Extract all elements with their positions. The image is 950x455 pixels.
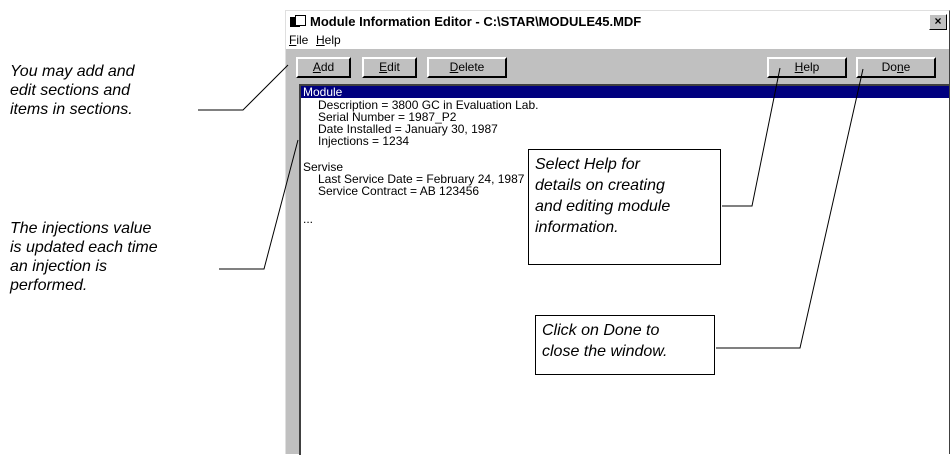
help-button[interactable]: Help [767,57,847,78]
annotation-line: You may add and [10,63,135,80]
callout-line: close the window. [542,343,668,360]
close-button[interactable]: × [929,14,947,30]
add-button-label: dd [320,60,335,74]
callout-done: Click on Done to close the window. [535,315,715,375]
annotation-line: is updated each time [10,239,158,256]
menu-file-label: ile [296,33,309,47]
callout-line: Select Help for [535,156,640,173]
callout-line: Click on Done to [542,322,660,339]
help-button-label: elp [803,60,820,74]
done-button-mnemonic: n [896,60,904,74]
menu-help-mnemonic: H [316,33,325,47]
module-info-text-area[interactable]: Module Description = 3800 GC in Evaluati… [299,84,949,455]
item-injections[interactable]: Injections = 1234 [318,135,409,147]
edit-button[interactable]: Edit [362,57,417,78]
done-button-label-prefix: Do [881,60,897,74]
callout-line: details on creating [535,177,665,194]
menu-bar: File Help [286,32,949,49]
menu-help[interactable]: Help [316,33,341,47]
section-header-module[interactable]: Module [301,86,949,98]
app-icon [290,14,306,29]
annotation-line: The injections value [10,220,152,237]
ellipsis-line: ... [303,212,314,226]
delete-button-label: elete [458,60,485,74]
done-button[interactable]: Done [856,57,936,78]
callout-line: information. [535,219,619,236]
add-button[interactable]: Add [296,57,351,78]
done-button-label-suffix: e [903,60,911,74]
edit-button-mnemonic: E [379,60,388,74]
leader-line-add [198,64,289,111]
delete-button[interactable]: Delete [427,57,507,78]
menu-help-label: elp [324,33,341,47]
callout-line: and editing module [535,198,671,215]
window-title: Module Information Editor - C:\STAR\MODU… [310,14,642,29]
add-button-mnemonic: A [312,60,321,74]
annotation-line: an injection is [10,258,107,275]
edit-button-label: dit [387,60,400,74]
menu-file[interactable]: File [289,33,308,47]
callout-help: Select Help for details on creating and … [528,149,721,265]
annotation-line: performed. [10,277,88,294]
delete-button-mnemonic: D [449,60,459,74]
annotation-injections: The injections value is updated each tim… [10,219,158,295]
annotation-line: edit sections and [10,82,131,99]
annotation-add-edit: You may add and edit sections and items … [10,62,135,119]
annotation-line: items in sections. [10,101,133,118]
title-bar[interactable]: Module Information Editor - C:\STAR\MODU… [286,11,949,32]
item-service-contract[interactable]: Service Contract = AB 123456 [318,185,479,197]
